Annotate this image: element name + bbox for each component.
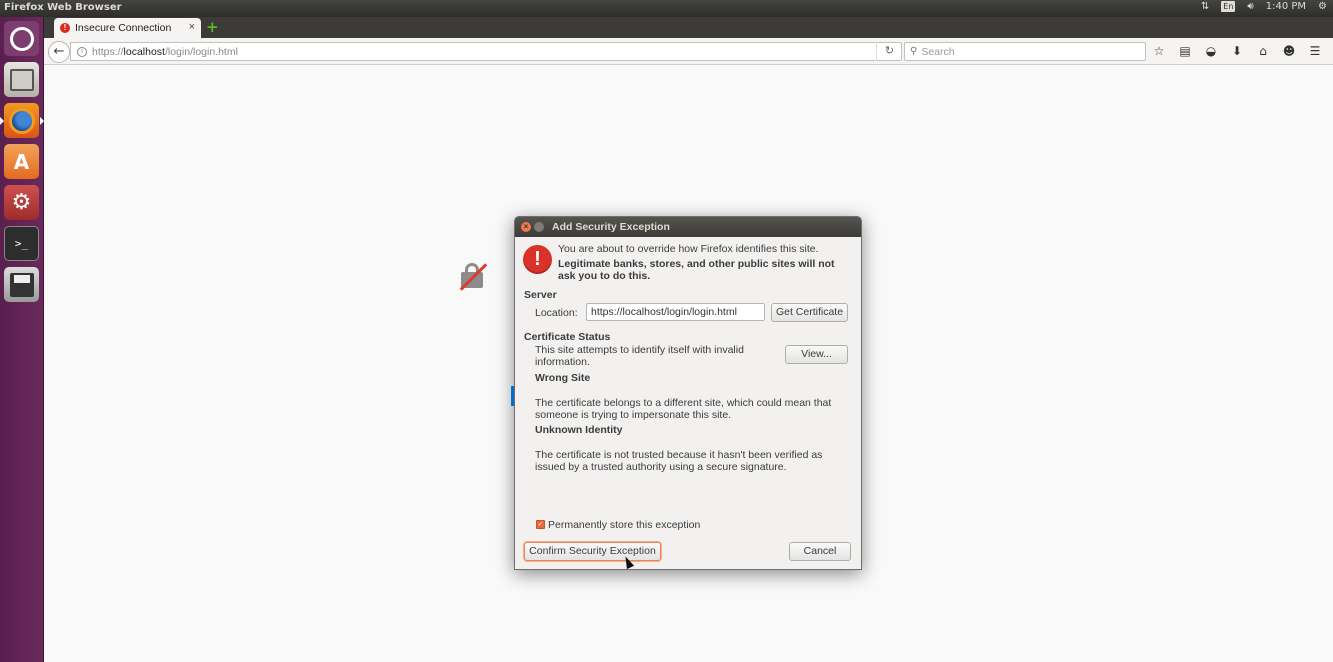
site-info-icon[interactable]: i bbox=[77, 46, 87, 57]
cancel-button[interactable]: Cancel bbox=[789, 542, 851, 561]
top-panel: Firefox Web Browser ⇅ En 🔊︎ 1:40 PM ⚙ bbox=[0, 0, 1333, 17]
wrong-site-heading: Wrong Site bbox=[535, 372, 591, 384]
permanent-store-checkbox[interactable]: ✓ bbox=[536, 520, 545, 529]
url-host: localhost bbox=[123, 45, 165, 58]
navigation-toolbar: ← i https://localhost/login/login.html ↻… bbox=[44, 38, 1333, 65]
toolbar-icons: ☆ ▤ ◒ ⬇ ⌂ ☻ ☰ bbox=[1152, 44, 1322, 58]
dialog-titlebar: × Add Security Exception bbox=[515, 217, 861, 237]
close-window-icon[interactable]: × bbox=[521, 222, 531, 232]
intro-text: You are about to override how Firefox id… bbox=[558, 243, 819, 255]
status-text: This site attempts to identify itself wi… bbox=[535, 344, 744, 368]
search-icon: ⚲ bbox=[910, 46, 918, 57]
url-path: /login/login.html bbox=[164, 45, 238, 58]
warning-text: Legitimate banks, stores, and other publ… bbox=[558, 258, 835, 282]
warning-icon: ! bbox=[60, 23, 70, 33]
minimize-window-icon[interactable] bbox=[534, 222, 544, 232]
files-launcher[interactable] bbox=[4, 62, 39, 97]
permanent-store-label[interactable]: Permanently store this exception bbox=[548, 519, 700, 531]
close-tab-icon[interactable]: × bbox=[189, 21, 195, 33]
view-button[interactable]: View... bbox=[785, 345, 848, 364]
menu-hamburger-icon[interactable]: ☰ bbox=[1308, 44, 1322, 58]
keyboard-language-indicator[interactable]: En bbox=[1221, 1, 1236, 12]
firefox-launcher[interactable] bbox=[4, 103, 39, 138]
desktop: Firefox Web Browser ⇅ En 🔊︎ 1:40 PM ⚙ A … bbox=[0, 0, 1333, 662]
save-launcher[interactable] bbox=[4, 267, 39, 302]
unknown-identity-text: The certificate is not trusted because i… bbox=[535, 449, 823, 473]
tab-title: Insecure Connection bbox=[75, 22, 172, 34]
chat-icon[interactable]: ☻ bbox=[1282, 44, 1296, 58]
error-exclamation-icon: ! bbox=[523, 245, 552, 274]
shopping-bag-icon: A bbox=[13, 149, 30, 174]
floppy-disk-icon bbox=[9, 272, 34, 297]
server-heading: Server bbox=[524, 289, 557, 301]
back-button[interactable]: ← bbox=[48, 41, 70, 63]
search-input[interactable]: ⚲ Search bbox=[904, 42, 1146, 61]
wrench-gear-icon: ⚙ bbox=[11, 190, 32, 215]
pocket-icon[interactable]: ◒ bbox=[1204, 44, 1218, 58]
home-icon[interactable]: ⌂ bbox=[1256, 44, 1270, 58]
software-center-launcher[interactable]: A bbox=[4, 144, 39, 179]
url-prefix: https:// bbox=[92, 45, 124, 58]
location-field[interactable]: https://localhost/login/login.html bbox=[586, 303, 765, 321]
panel-indicators: ⇅ En 🔊︎ 1:40 PM ⚙ bbox=[1201, 1, 1327, 12]
ubuntu-logo-icon bbox=[9, 26, 34, 51]
file-cabinet-icon bbox=[9, 68, 34, 91]
network-icon[interactable]: ⇅ bbox=[1201, 1, 1209, 12]
unknown-identity-heading: Unknown Identity bbox=[535, 424, 623, 436]
terminal-icon: >_ bbox=[14, 237, 29, 250]
dash-home-button[interactable] bbox=[4, 21, 39, 56]
certificate-status-heading: Certificate Status bbox=[524, 331, 611, 343]
url-bar[interactable]: i https://localhost/login/login.html bbox=[70, 42, 902, 61]
system-settings-launcher[interactable]: ⚙ bbox=[4, 185, 39, 220]
active-app-title: Firefox Web Browser bbox=[4, 2, 122, 13]
dialog-title: Add Security Exception bbox=[552, 221, 670, 233]
library-icon[interactable]: ▤ bbox=[1178, 44, 1192, 58]
new-tab-button[interactable]: + bbox=[206, 20, 219, 35]
search-placeholder: Search bbox=[921, 45, 955, 58]
broken-lock-icon bbox=[459, 262, 489, 291]
get-certificate-button[interactable]: Get Certificate bbox=[771, 303, 848, 322]
system-gear-icon[interactable]: ⚙ bbox=[1318, 1, 1327, 12]
terminal-launcher[interactable]: >_ bbox=[4, 226, 39, 261]
downloads-icon[interactable]: ⬇ bbox=[1230, 44, 1244, 58]
wrong-site-text: The certificate belongs to a different s… bbox=[535, 397, 832, 421]
location-label: Location: bbox=[535, 307, 578, 319]
tab-insecure-connection[interactable]: ! Insecure Connection × bbox=[54, 18, 201, 38]
confirm-security-exception-button[interactable]: Confirm Security Exception bbox=[524, 542, 661, 561]
launcher: A ⚙ >_ bbox=[0, 17, 44, 662]
clock[interactable]: 1:40 PM bbox=[1266, 1, 1306, 12]
bookmark-star-icon[interactable]: ☆ bbox=[1152, 44, 1166, 58]
volume-icon[interactable]: 🔊︎ bbox=[1247, 1, 1253, 12]
firefox-icon bbox=[8, 107, 35, 134]
tab-strip: ! Insecure Connection × + bbox=[44, 17, 1333, 38]
reload-icon[interactable]: ↻ bbox=[876, 42, 902, 61]
add-security-exception-dialog: × Add Security Exception ! You are about… bbox=[514, 216, 862, 570]
